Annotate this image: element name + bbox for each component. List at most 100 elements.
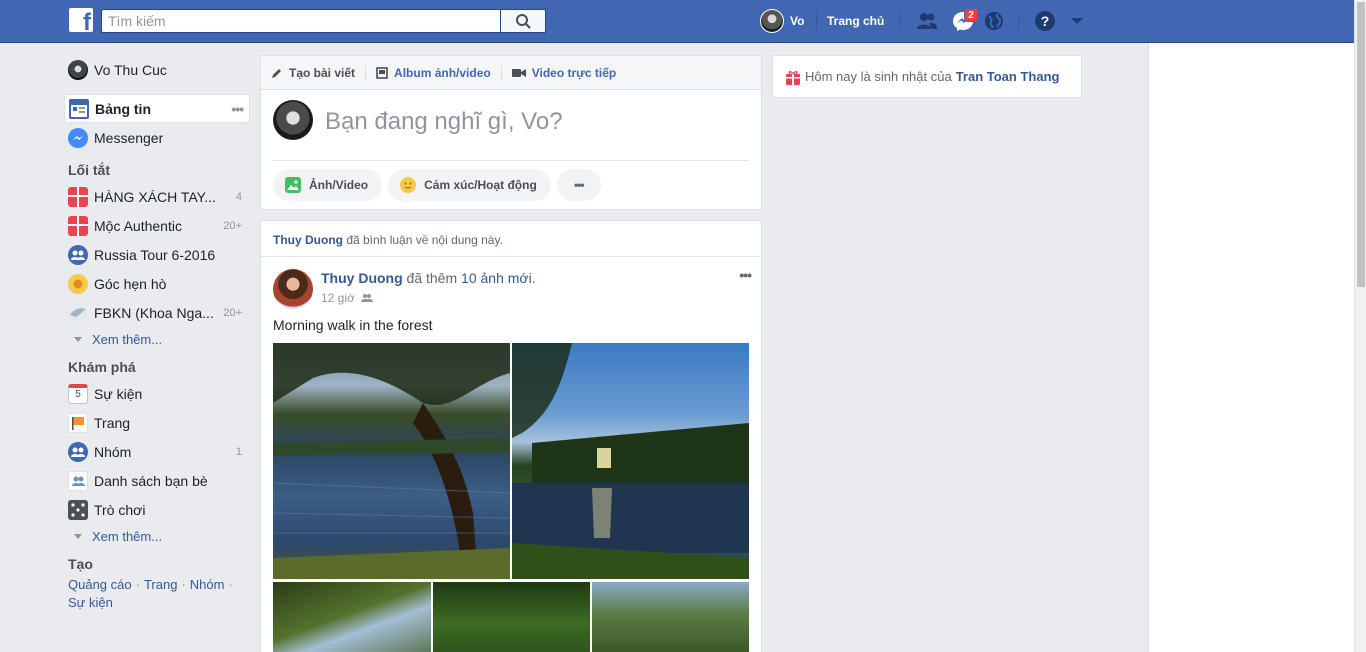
create-page-link[interactable]: Trang <box>144 577 177 592</box>
composer-input-area[interactable]: Bạn đang nghĩ gì, Vo? <box>261 90 761 160</box>
tab-live-video[interactable]: Video trực tiếp <box>511 65 627 81</box>
shortcut-label: Mộc Authentic <box>94 217 182 234</box>
post-timestamp[interactable]: 12 giờ <box>321 291 355 305</box>
divider <box>273 160 749 161</box>
post-timestamp-row: 12 giờ <box>321 291 373 305</box>
post-action-text: đã thêm <box>406 270 458 286</box>
chevron-down-icon <box>74 336 82 342</box>
friends-audience-icon[interactable] <box>360 293 373 303</box>
explore-label: Sự kiện <box>94 385 143 402</box>
shortcut-label: Góc hẹn hò <box>94 275 167 292</box>
photos-link[interactable]: 10 ảnh mới <box>461 270 532 286</box>
composer-prompt[interactable]: Bạn đang nghĩ gì, Vo? <box>325 108 563 136</box>
friend-requests-icon[interactable] <box>915 10 939 32</box>
search-input[interactable] <box>108 12 498 30</box>
smiley-icon <box>400 177 417 193</box>
explore-item-groups[interactable]: Nhóm 1 <box>64 437 250 466</box>
more-options-icon[interactable]: ••• <box>231 101 244 117</box>
note-text: đã bình luận về nội dung này. <box>346 233 503 247</box>
more-options-button[interactable]: ••• <box>556 169 601 201</box>
explore-item-events[interactable]: 5 Sự kiện <box>64 379 250 408</box>
feed-post: Thuy Duong đã bình luận về nội dung này.… <box>260 220 762 652</box>
photo-video-button[interactable]: Ảnh/Video <box>273 169 383 201</box>
avatar[interactable] <box>273 269 313 309</box>
birthday-person-link[interactable]: Tran Toan Thang <box>956 69 1060 84</box>
photo[interactable] <box>512 343 749 579</box>
separator: · <box>181 577 186 592</box>
shortcut-item[interactable]: Góc hẹn hò <box>64 269 250 298</box>
composer-actions: Ảnh/Video Cảm xúc/Hoạt động ••• <box>273 169 607 201</box>
bird-icon <box>68 302 88 323</box>
section-title-shortcuts: Lối tắt <box>68 162 110 178</box>
page-scrollbar[interactable] <box>1354 0 1366 652</box>
messages-badge: 2 <box>964 8 978 22</box>
facebook-logo-icon[interactable]: f <box>69 8 93 32</box>
notifications-globe-icon[interactable] <box>982 10 1006 32</box>
chevron-down-icon <box>74 533 82 539</box>
profile-item[interactable]: Vo Thu Cuc <box>64 55 250 84</box>
flag-icon <box>68 412 88 433</box>
photo[interactable] <box>433 582 590 652</box>
explore-label: Danh sách bạn bè <box>94 472 208 489</box>
post-options-icon[interactable]: ••• <box>739 267 752 283</box>
help-icon[interactable]: ? <box>1033 10 1057 32</box>
shortcut-item[interactable]: Russia Tour 6-2016 <box>64 240 250 269</box>
sidebar-item-label: Messenger <box>94 129 164 146</box>
post-text: Morning walk in the forest <box>273 317 433 333</box>
see-more-shortcuts[interactable]: Xem thêm... <box>64 327 250 351</box>
separator: · <box>228 577 233 592</box>
explore-item-friend-lists[interactable]: Danh sách bạn bè <box>64 466 250 495</box>
create-ad-link[interactable]: Quảng cáo <box>68 577 132 592</box>
sidebar-item-messenger[interactable]: Messenger <box>64 123 250 152</box>
photo[interactable] <box>592 582 749 652</box>
news-feed-icon <box>69 98 89 119</box>
note-actor-link[interactable]: Thuy Duong <box>273 233 343 247</box>
more-options-icon: ••• <box>574 178 585 192</box>
chat-sidebar <box>1148 43 1355 652</box>
lake-photo-image <box>512 343 749 579</box>
feeling-activity-button[interactable]: Cảm xúc/Hoạt động <box>388 169 551 201</box>
shortcut-item[interactable]: HÀNG XÁCH TAY... 4 <box>64 182 250 211</box>
explore-item-pages[interactable]: Trang <box>64 408 250 437</box>
profile-link[interactable]: Vo <box>760 8 804 34</box>
shortcut-count: 20+ <box>223 219 242 232</box>
explore-item-games[interactable]: Trò chơi <box>64 495 250 524</box>
pencil-icon <box>272 68 281 78</box>
author-name-link[interactable]: Thuy Duong <box>321 270 403 286</box>
messenger-icon <box>68 127 88 148</box>
create-group-link[interactable]: Nhóm <box>190 577 225 592</box>
see-more-label: Xem thêm... <box>92 331 163 347</box>
see-more-explore[interactable]: Xem thêm... <box>64 524 250 548</box>
divider <box>816 12 817 30</box>
account-menu-icon[interactable] <box>1066 10 1090 32</box>
scrollbar-thumb[interactable] <box>1357 2 1365 287</box>
action-label: Cảm xúc/Hoạt động <box>424 178 537 192</box>
svg-text:?: ? <box>1041 13 1050 29</box>
see-more-label: Xem thêm... <box>92 528 163 544</box>
photo[interactable] <box>273 582 431 652</box>
shortcut-item[interactable]: Mộc Authentic 20+ <box>64 211 250 240</box>
home-link[interactable]: Trang chủ <box>827 14 884 28</box>
search-icon <box>516 14 531 29</box>
birthday-reminder[interactable]: Hôm nay là sinh nhật của Tran Toan Thang <box>772 55 1082 98</box>
lake-photo-image <box>273 343 510 579</box>
flower-icon <box>68 273 88 294</box>
album-icon <box>376 66 388 79</box>
explore-label: Nhóm <box>94 443 132 460</box>
tab-create-post[interactable]: Tạo bài viết <box>271 64 367 81</box>
sidebar-item-news-feed[interactable]: Bảng tin ••• <box>64 94 250 123</box>
section-title-explore: Khám phá <box>68 359 136 375</box>
photo[interactable] <box>273 343 510 579</box>
post-composer: Tạo bài viết Album ảnh/video Video trực … <box>260 55 762 210</box>
top-bar: f Vo Trang chủ 2 ? <box>0 0 1366 43</box>
tab-photo-album[interactable]: Album ảnh/video <box>376 64 502 81</box>
explore-count: 1 <box>235 445 242 458</box>
gift-icon <box>68 215 88 236</box>
search-box <box>101 9 546 33</box>
search-button[interactable] <box>500 9 546 33</box>
create-event-link[interactable]: Sự kiện <box>68 595 113 610</box>
shortcut-label: Russia Tour 6-2016 <box>94 246 216 263</box>
period: . <box>531 270 536 286</box>
create-links: Quảng cáo · Trang · Nhóm · Sự kiện <box>64 576 250 612</box>
shortcut-item[interactable]: FBKN (Khoa Nga... 20+ <box>64 298 250 327</box>
